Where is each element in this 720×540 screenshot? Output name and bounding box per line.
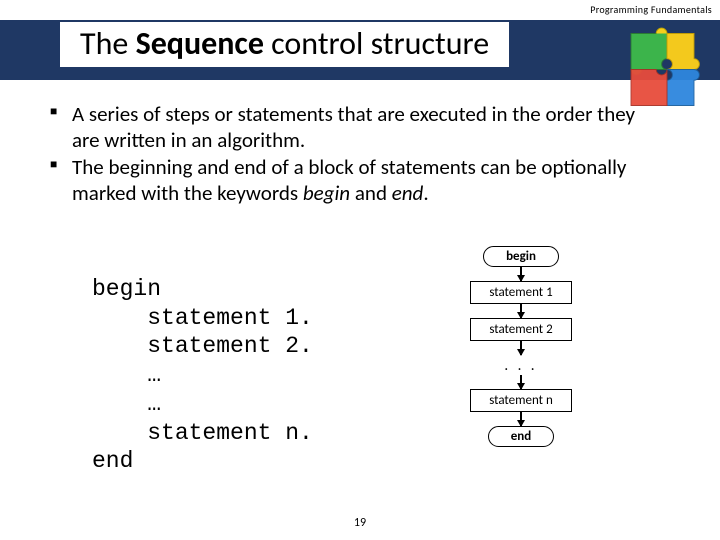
flow-terminal-begin: begin	[483, 246, 559, 267]
code-line: end	[92, 448, 133, 474]
flow-arrow-icon	[520, 267, 521, 281]
code-line: statement 1.	[92, 305, 313, 331]
keyword-begin: begin	[303, 180, 350, 206]
keyword-end: end	[392, 180, 424, 206]
page-number: 19	[354, 516, 366, 530]
bullet-text: and	[350, 180, 392, 206]
title-pre: The	[80, 24, 136, 63]
puzzle-icon	[622, 20, 712, 110]
bullet-list: A series of steps or statements that are…	[50, 102, 660, 208]
flow-box-statement-n: statement n	[470, 389, 572, 412]
flow-arrow-icon	[520, 304, 521, 318]
title-post: control structure	[264, 24, 489, 63]
flow-ellipsis: . . .	[504, 355, 537, 375]
flow-terminal-end: end	[488, 426, 555, 447]
bullet-text: .	[423, 180, 428, 206]
flowchart: begin statement 1 statement 2 . . . stat…	[436, 246, 606, 447]
flow-arrow-icon	[520, 375, 521, 389]
title-bold: Sequence	[136, 24, 264, 63]
code-line: statement n.	[92, 420, 313, 446]
code-line: statement 2.	[92, 333, 313, 359]
flow-arrow-icon	[520, 341, 521, 355]
code-line: begin	[92, 276, 161, 302]
bullet-item: A series of steps or statements that are…	[50, 102, 660, 153]
flow-box-statement-2: statement 2	[470, 318, 572, 341]
bullet-item: The beginning and end of a block of stat…	[50, 155, 660, 206]
course-label: Programming Fundamentals	[590, 3, 712, 16]
code-line: …	[92, 391, 161, 417]
flow-arrow-icon	[520, 412, 521, 426]
pseudocode-block: begin statement 1. statement 2. … … stat…	[92, 246, 313, 476]
flow-box-statement-1: statement 1	[470, 281, 572, 304]
bullet-text: A series of steps or statements that are…	[72, 101, 635, 153]
code-line: …	[92, 362, 161, 388]
slide-title: The Sequence control structure	[60, 22, 509, 67]
